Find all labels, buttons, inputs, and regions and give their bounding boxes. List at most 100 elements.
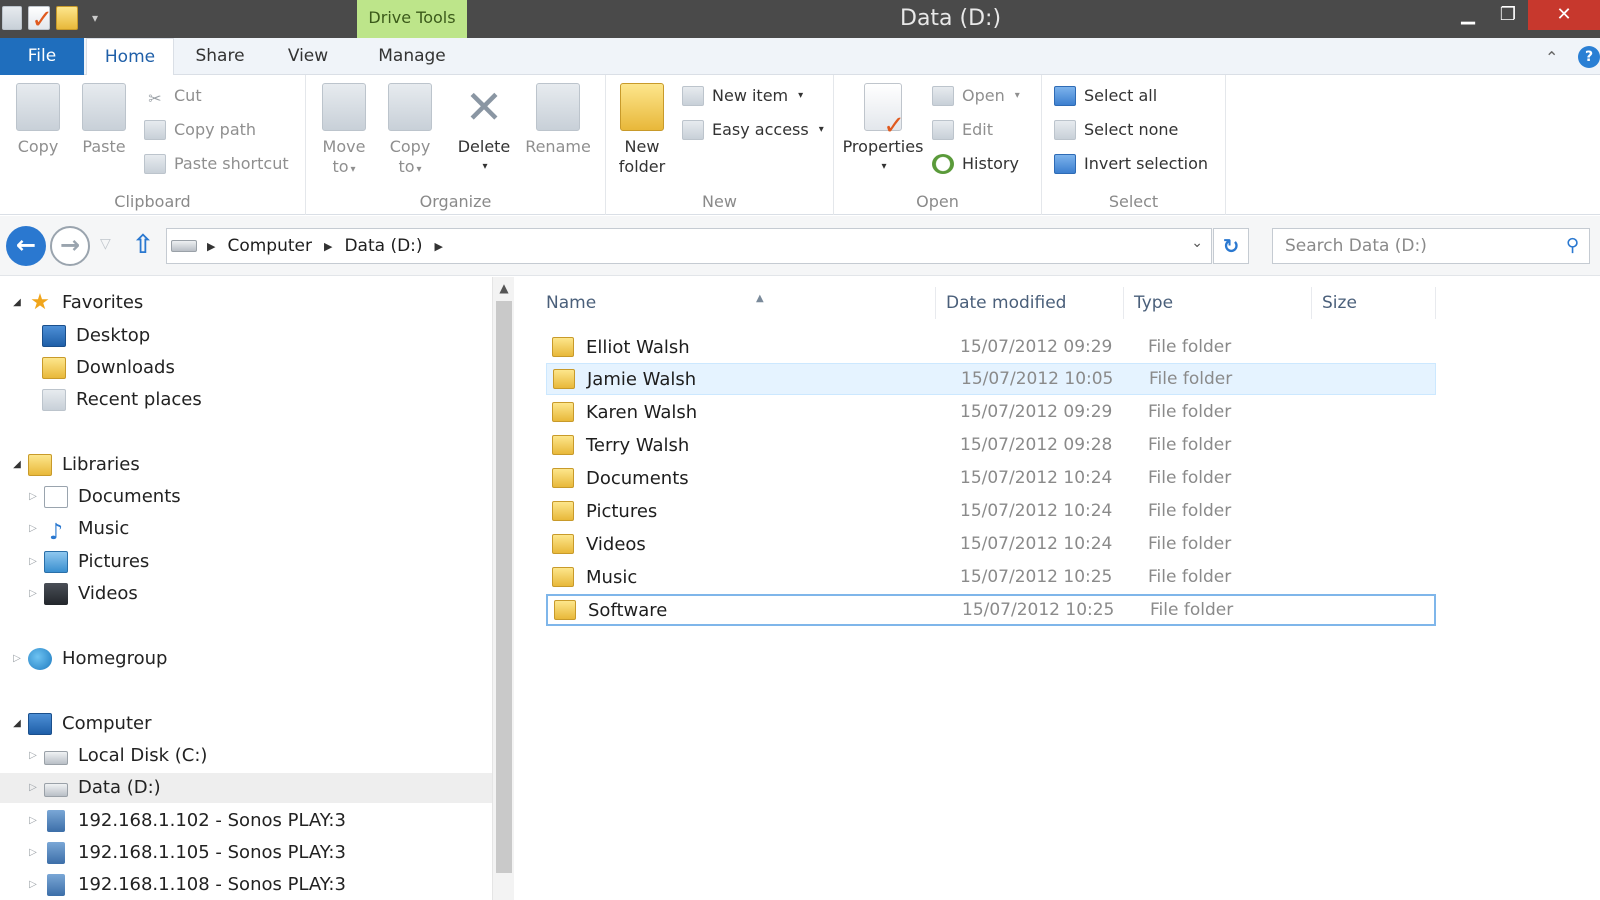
collapsed-arrow-icon[interactable]: ▷ (26, 773, 40, 803)
scrollbar-thumb[interactable] (496, 301, 512, 873)
minimize-button[interactable]: ▁ (1450, 0, 1486, 30)
column-header-name[interactable]: Name ▲ (536, 287, 936, 319)
file-row[interactable]: Pictures 15/07/2012 10:24 File folder (546, 495, 1436, 527)
new-folder-icon[interactable] (56, 6, 78, 30)
file-row[interactable]: Terry Walsh 15/07/2012 09:28 File folder (546, 429, 1436, 461)
forward-button[interactable]: → (50, 226, 90, 266)
drive-icon[interactable] (2, 6, 22, 30)
select-none-button[interactable]: Select none (1054, 117, 1178, 143)
delete-button[interactable]: ✕ Delete ▾ (454, 83, 514, 177)
tab-file[interactable]: File (0, 38, 84, 75)
scroll-up-icon[interactable]: ▲ (493, 281, 515, 295)
column-header-size[interactable]: Size (1312, 287, 1436, 319)
help-icon[interactable]: ? (1578, 46, 1600, 68)
nav-favorites[interactable]: ◢ ★ Favorites (10, 288, 143, 318)
copy-path-icon (144, 120, 166, 140)
collapsed-arrow-icon[interactable]: ▷ (26, 870, 40, 900)
nav-music[interactable]: ▷ ♪ Music (26, 514, 129, 545)
edit-button[interactable]: Edit (932, 117, 993, 143)
up-arrow-icon[interactable]: ⇧ (132, 230, 154, 260)
file-row[interactable]: Videos 15/07/2012 10:24 File folder (546, 528, 1436, 560)
nav-local-disk-c[interactable]: ▷ Local Disk (C:) (26, 741, 207, 771)
nav-documents[interactable]: ▷ Documents (26, 482, 181, 512)
expanded-arrow-icon[interactable]: ◢ (10, 709, 24, 739)
move-to-button[interactable]: Move to ▾ (316, 83, 372, 180)
easy-access-icon (682, 120, 704, 140)
collapsed-arrow-icon[interactable]: ▷ (26, 547, 40, 577)
edit-label: Edit (962, 120, 993, 139)
rename-button[interactable]: Rename (522, 83, 594, 157)
recent-locations-dropdown-icon[interactable]: ▽ (100, 236, 111, 252)
nav-downloads[interactable]: Downloads (42, 353, 175, 383)
expanded-arrow-icon[interactable]: ◢ (10, 450, 24, 480)
paste-button[interactable]: Paste (78, 83, 130, 157)
history-clock-icon (932, 154, 954, 174)
customize-toolbar-icon[interactable]: ▾ (84, 6, 106, 30)
breadcrumb-data-d[interactable]: Data (D:) (344, 236, 422, 256)
navigation-scrollbar[interactable]: ▲ (492, 277, 514, 900)
close-button[interactable]: ✕ (1528, 0, 1600, 30)
file-date: 15/07/2012 09:29 (960, 337, 1113, 357)
paste-shortcut-button[interactable]: Paste shortcut (144, 151, 289, 177)
refresh-button[interactable]: ↻ (1213, 228, 1249, 264)
file-row[interactable]: Elliot Walsh 15/07/2012 09:29 File folde… (546, 331, 1436, 363)
collapse-ribbon-icon[interactable]: ⌃ (1545, 48, 1558, 67)
copy-to-button[interactable]: Copy to ▾ (382, 83, 438, 180)
network-device-icon (47, 810, 65, 832)
column-header-type[interactable]: Type (1124, 287, 1312, 319)
chevron-right-icon[interactable]: ▶ (324, 240, 332, 253)
properties-button[interactable]: Properties ▾ (842, 83, 924, 177)
collapsed-arrow-icon[interactable]: ▷ (26, 838, 40, 868)
collapsed-arrow-icon[interactable]: ▷ (26, 741, 40, 771)
nav-desktop[interactable]: Desktop (42, 321, 150, 351)
invert-selection-button[interactable]: Invert selection (1054, 151, 1208, 177)
breadcrumb-computer[interactable]: Computer (227, 236, 312, 256)
copy-button[interactable]: Copy (12, 83, 64, 157)
chevron-right-icon[interactable]: ▶ (207, 240, 215, 253)
folder-icon (553, 369, 575, 389)
tab-view[interactable]: View (266, 38, 350, 75)
file-row[interactable]: Music 15/07/2012 10:25 File folder (546, 561, 1436, 593)
maximize-button[interactable]: ❐ (1490, 0, 1526, 30)
new-item-button[interactable]: New item ▾ (682, 83, 803, 109)
nav-data-d[interactable]: ▷ Data (D:) (0, 773, 492, 803)
new-folder-button[interactable]: New folder (614, 83, 670, 177)
chevron-right-icon[interactable]: ▶ (435, 240, 443, 253)
expanded-arrow-icon[interactable]: ◢ (10, 288, 24, 318)
file-row[interactable]: Karen Walsh 15/07/2012 09:29 File folder (546, 396, 1436, 428)
open-button[interactable]: Open ▾ (932, 83, 1020, 109)
collapsed-arrow-icon[interactable]: ▷ (26, 482, 40, 512)
nav-libraries[interactable]: ◢ Libraries (10, 450, 140, 480)
copy-path-button[interactable]: Copy path (144, 117, 256, 143)
file-row[interactable]: Software 15/07/2012 10:25 File folder (546, 594, 1436, 626)
file-row[interactable]: Jamie Walsh 15/07/2012 10:05 File folder (546, 363, 1436, 395)
history-button[interactable]: History (932, 151, 1019, 177)
tab-manage[interactable]: Manage (357, 38, 467, 75)
collapsed-arrow-icon[interactable]: ▷ (26, 806, 40, 836)
cut-button[interactable]: ✂ Cut (144, 83, 201, 109)
search-input[interactable]: Search Data (D:) ⚲ (1272, 228, 1590, 264)
back-button[interactable]: ← (6, 226, 46, 266)
nav-sonos-105[interactable]: ▷ 192.168.1.105 - Sonos PLAY:3 (26, 838, 346, 868)
select-all-button[interactable]: Select all (1054, 83, 1157, 109)
collapsed-arrow-icon[interactable]: ▷ (26, 514, 40, 544)
search-icon[interactable]: ⚲ (1566, 229, 1579, 263)
nav-computer[interactable]: ◢ Computer (10, 709, 151, 739)
nav-videos[interactable]: ▷ Videos (26, 579, 138, 609)
nav-sonos-108[interactable]: ▷ 192.168.1.108 - Sonos PLAY:3 (26, 870, 346, 900)
easy-access-button[interactable]: Easy access ▾ (682, 117, 824, 143)
nav-sonos-102[interactable]: ▷ 192.168.1.102 - Sonos PLAY:3 (26, 806, 346, 836)
nav-homegroup[interactable]: ▷ Homegroup (10, 644, 167, 674)
chevron-down-icon[interactable]: ⌄ (1191, 235, 1203, 251)
nav-recent-places[interactable]: Recent places (42, 385, 202, 415)
file-type: File folder (1150, 600, 1234, 620)
file-row[interactable]: Documents 15/07/2012 10:24 File folder (546, 462, 1436, 494)
address-bar[interactable]: ▶ Computer ▶ Data (D:) ▶ ⌄ (166, 228, 1212, 264)
nav-pictures[interactable]: ▷ Pictures (26, 547, 149, 577)
collapsed-arrow-icon[interactable]: ▷ (10, 644, 24, 674)
column-header-date[interactable]: Date modified (936, 287, 1124, 319)
collapsed-arrow-icon[interactable]: ▷ (26, 579, 40, 609)
tab-home[interactable]: Home (86, 38, 174, 75)
properties-icon[interactable] (28, 5, 53, 35)
tab-share[interactable]: Share (176, 38, 264, 75)
